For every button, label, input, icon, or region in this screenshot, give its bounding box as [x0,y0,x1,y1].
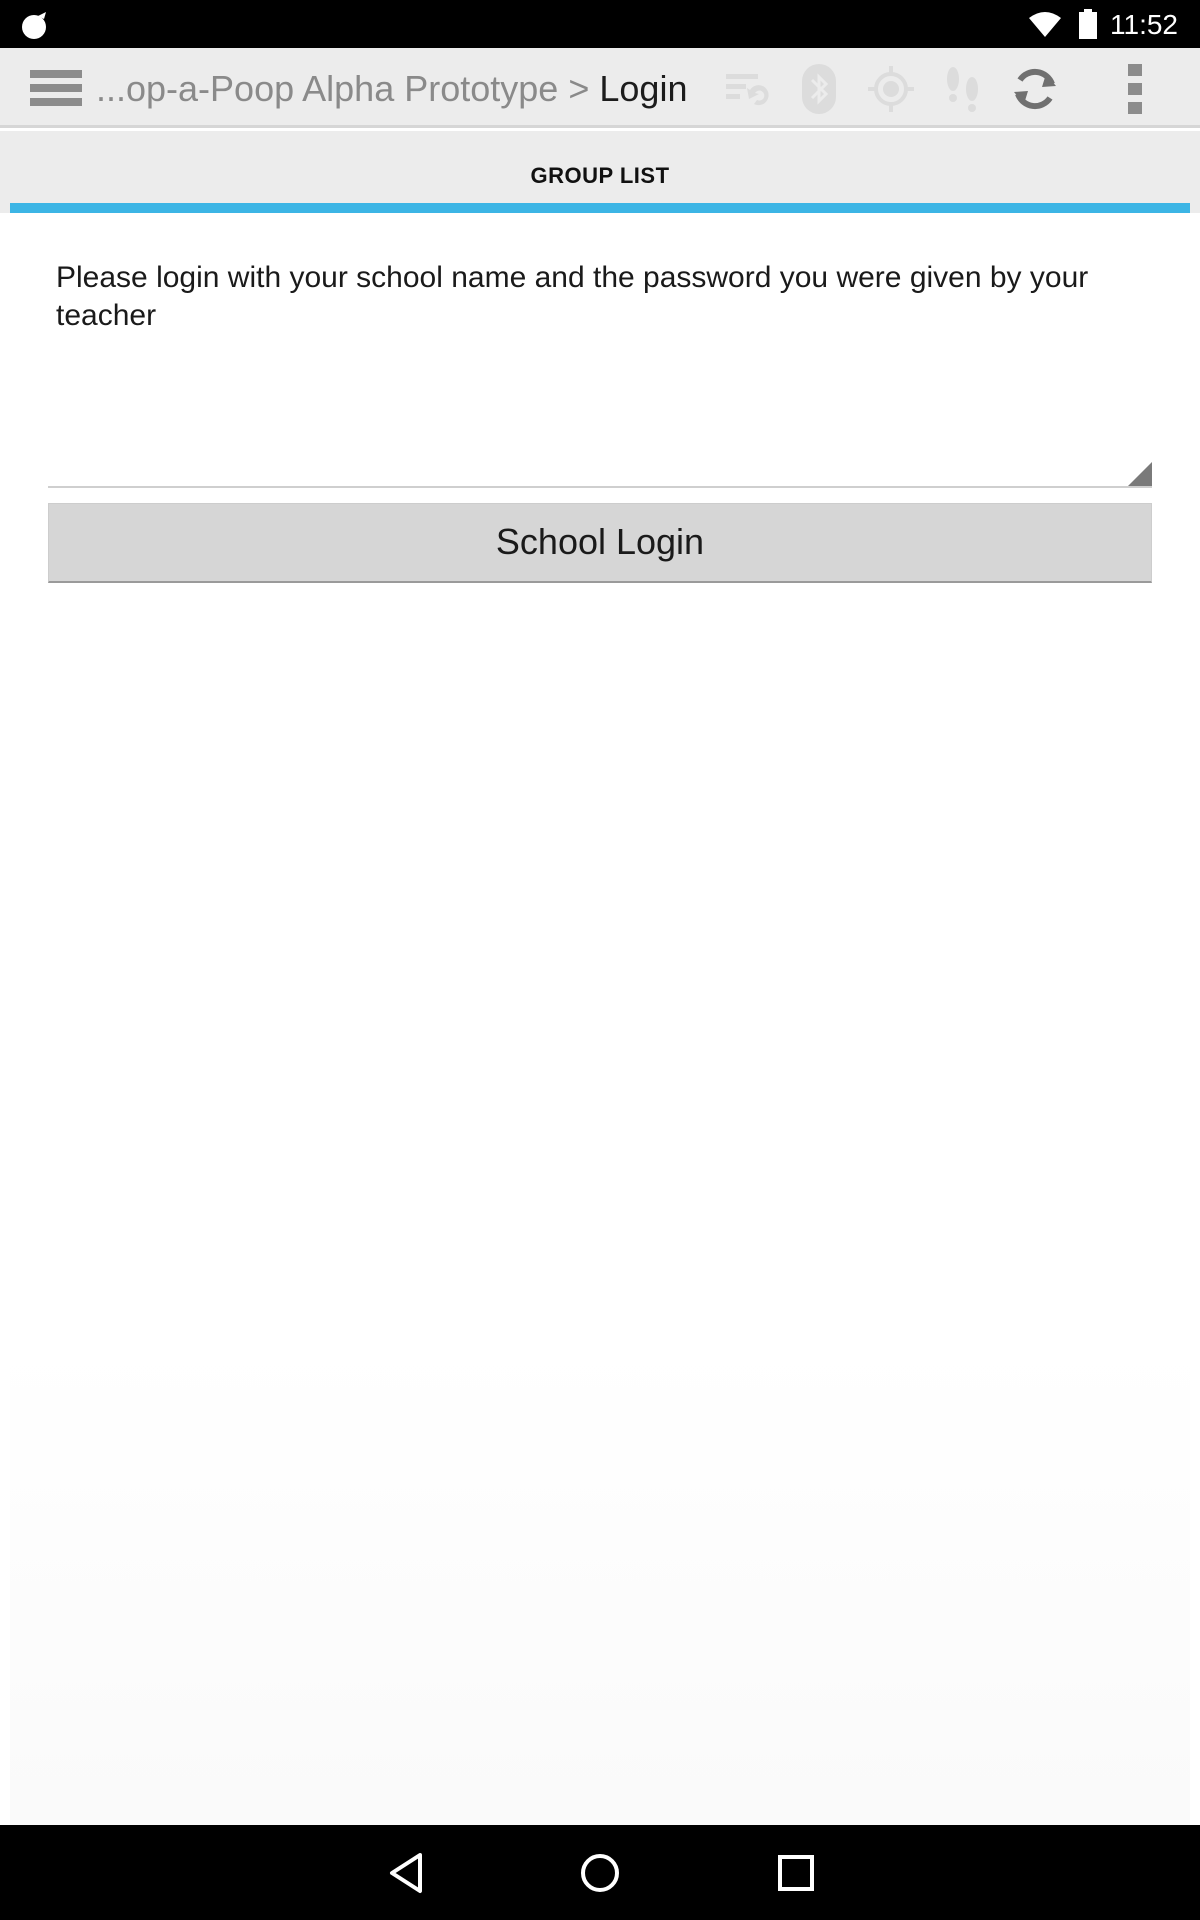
page-title: ...op-a-Poop Alpha Prototype > Login [96,68,687,110]
tab-label: GROUP LIST [530,163,670,188]
title-separator: > [568,68,590,109]
steps-icon[interactable] [936,62,990,116]
navigation-bar [0,1825,1200,1920]
location-icon[interactable] [864,62,918,116]
sync-status-icon[interactable] [720,62,774,116]
action-bar: ...op-a-Poop Alpha Prototype > Login [0,48,1200,128]
overflow-menu-icon[interactable] [1110,62,1160,116]
login-instructions: Please login with your school name and t… [56,261,1089,332]
recents-icon[interactable] [772,1849,820,1897]
tab-group-list[interactable]: GROUP LIST [10,131,1190,213]
status-time: 11:52 [1110,9,1178,40]
login-input[interactable] [48,333,1152,488]
back-icon[interactable] [382,1849,430,1897]
login-content: Please login with your school name and t… [10,213,1190,1825]
resize-grip-icon[interactable] [1128,462,1152,486]
screen: 11:52 ...op-a-Poop Alpha Prototype > Log… [0,0,1200,1920]
wifi-icon [1029,12,1061,37]
bluetooth-icon[interactable] [792,62,846,116]
drawer-icon[interactable] [30,68,82,108]
title-current: Login [599,68,688,109]
school-login-button[interactable]: School Login [48,503,1152,583]
tab-strip: GROUP LIST [0,131,1200,213]
tab-indicator [10,203,1190,213]
title-prefix: ...op-a-Poop Alpha Prototype [96,68,559,109]
home-icon[interactable] [576,1849,624,1897]
app-notification-icon [22,12,46,39]
status-bar: 11:52 [0,0,1200,48]
battery-icon [1079,9,1097,39]
refresh-icon[interactable] [1008,62,1062,116]
